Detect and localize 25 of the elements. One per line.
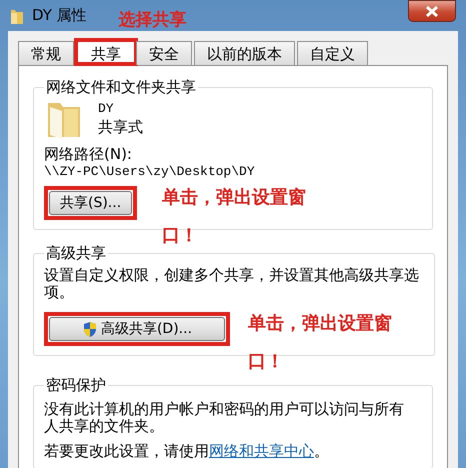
share-status: 共享式 [98,118,143,137]
network-center-link[interactable]: 网络和共享中心 [209,442,314,460]
annotation-text: 选择共享 [118,9,187,31]
folder-name: DY [98,101,115,116]
tab[interactable]: 安全 [136,41,192,65]
close-button[interactable] [408,0,456,22]
tab[interactable]: 自定义 [297,41,368,65]
group-title: 高级共享 [45,244,107,263]
annotation-text: 单击，弹出设置窗口！ [162,186,307,248]
advanced-sharing-button[interactable]: 高级共享(D)... [49,317,225,341]
tab[interactable]: 共享 [74,38,138,66]
window-title: DY 属性 [32,6,87,25]
group-title: 网络文件和文件夹共享 [45,78,197,97]
description-text: 没有此计算机的用户帐户和密码的用户可以访问与所有人共享的文件夹。 [44,401,405,435]
shield-icon [82,320,98,338]
description-text: 设置自定义权限，创建多个共享，并设置其他高级共享选项。 [44,267,420,301]
tab[interactable]: 以前的版本 [194,41,295,65]
instruction-text: 若要更改此设置，请使用网络和共享中心。 [44,443,330,460]
close-icon [426,6,438,16]
tab[interactable]: 常规 [18,41,74,65]
group-title: 密码保护 [45,376,107,395]
path-label: 网络路径(N): [44,145,133,164]
annotation-text: 单击，弹出设置窗口！ [248,312,393,374]
network-path: \\ZY-PC\Users\zy\Desktop\DY [44,164,256,179]
share-button[interactable]: 共享(S)... [49,191,132,215]
